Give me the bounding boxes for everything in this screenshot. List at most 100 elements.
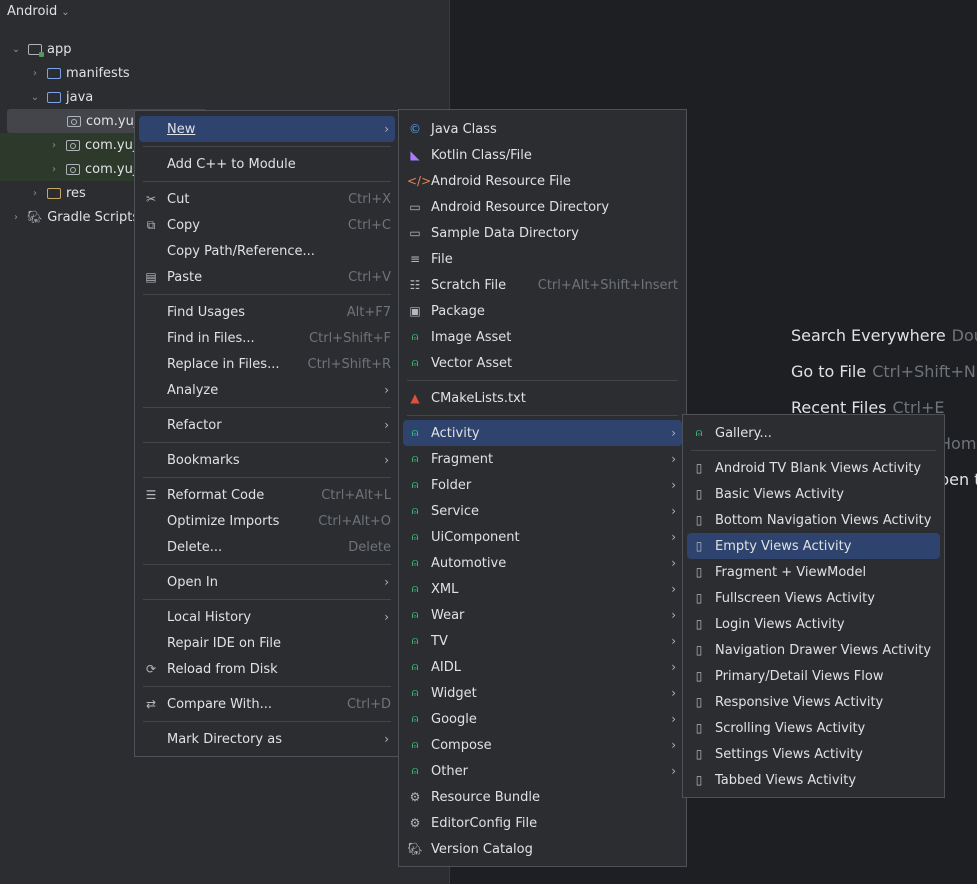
menu-item-sample-data-directory[interactable]: ▭ Sample Data Directory [403,220,682,246]
menu-item-compare-with[interactable]: ⇄ Compare With... Ctrl+D [139,691,395,717]
menu-item-aidl[interactable]: ⍝ AIDL › [403,654,682,680]
menu-item-folder[interactable]: ⍝ Folder › [403,472,682,498]
view-selector[interactable]: Android ⌄ [7,4,70,22]
android-icon: ⍝ [411,738,419,751]
chevron-right-icon: › [33,67,37,79]
menu-item-label: Cut [167,191,190,207]
phone-icon: ▯ [695,539,703,553]
shortcut: Ctrl+C [347,217,391,233]
menu-item-android-resource-file[interactable]: </> Android Resource File [403,168,682,194]
menu-item-java-class[interactable]: © Java Class [403,116,682,142]
menu-item-analyze[interactable]: Analyze › [139,377,395,403]
menu-item-open-in[interactable]: Open In › [139,569,395,595]
menu-item-kotlin-class[interactable]: ◣ Kotlin Class/File [403,142,682,168]
menu-item-add-cpp[interactable]: Add C++ to Module [139,151,395,177]
menu-item-reformat-code[interactable]: ☰ Reformat Code Ctrl+Alt+L [139,482,395,508]
menu-item-activity-template[interactable]: ▯ Responsive Views Activity [687,689,940,715]
menu-item-cut[interactable]: ✂ Cut Ctrl+X [139,186,395,212]
menu-item-label: XML [431,581,459,597]
menu-item-local-history[interactable]: Local History › [139,604,395,630]
menu-item-activity-template[interactable]: ▯ Login Views Activity [687,611,940,637]
tree-node-app[interactable]: ⌄ app [0,37,460,61]
paste-icon: ▤ [145,270,157,284]
shortcut: Ctrl+Alt+L [321,487,391,503]
menu-item-resource-bundle[interactable]: ⚙ Resource Bundle [403,784,682,810]
menu-item-automotive[interactable]: ⍝ Automotive › [403,550,682,576]
menu-item-service[interactable]: ⍝ Service › [403,498,682,524]
menu-item-activity-template[interactable]: ▯ Fragment + ViewModel [687,559,940,585]
folder-icon [47,67,61,79]
menu-item-gallery[interactable]: ⍝ Gallery... [687,420,940,446]
menu-item-activity-template[interactable]: ▯ Scrolling Views Activity [687,715,940,741]
menu-item-activity-template[interactable]: ▯ Fullscreen Views Activity [687,585,940,611]
menu-item-xml[interactable]: ⍝ XML › [403,576,682,602]
menu-item-scratch-file[interactable]: ☷ Scratch File Ctrl+Alt+Shift+Insert [403,272,682,298]
menu-item-package[interactable]: ▣ Package [403,298,682,324]
phone-icon: ▯ [695,695,703,709]
menu-item-compose[interactable]: ⍝ Compose › [403,732,682,758]
menu-item-label: Fullscreen Views Activity [715,590,875,606]
menu-item-wear[interactable]: ⍝ Wear › [403,602,682,628]
chevron-right-icon: › [384,418,389,432]
gear-icon: ⚙ [409,790,421,804]
menu-item-empty-views-activity[interactable]: ▯ Empty Views Activity [687,533,940,559]
menu-item-activity-template[interactable]: ▯ Navigation Drawer Views Activity [687,637,940,663]
chevron-right-icon: › [671,478,676,492]
tree-node-manifests[interactable]: › manifests [0,61,479,85]
shortcut: Ctrl+Shift+R [307,356,392,372]
menu-item-activity[interactable]: ⍝ Activity › [403,420,682,446]
menu-item-replace-in-files[interactable]: Replace in Files... Ctrl+Shift+R [139,351,395,377]
menu-item-repair-ide[interactable]: Repair IDE on File [139,630,395,656]
tree-label: com.yuj [86,113,138,129]
shortcut: Ctrl+Shift+F [309,330,391,346]
menu-item-activity-template[interactable]: ▯ Settings Views Activity [687,741,940,767]
menu-item-copy[interactable]: ⧉ Copy Ctrl+C [139,212,395,238]
menu-item-copy-path[interactable]: Copy Path/Reference... [139,238,395,264]
menu-item-label: Gallery... [715,425,772,441]
menu-item-other[interactable]: ⍝ Other › [403,758,682,784]
folder-icon [47,91,61,103]
menu-item-fragment[interactable]: ⍝ Fragment › [403,446,682,472]
menu-item-activity-template[interactable]: ▯ Tabbed Views Activity [687,767,940,793]
menu-item-activity-template[interactable]: ▯ Basic Views Activity [687,481,940,507]
menu-item-paste[interactable]: ▤ Paste Ctrl+V [139,264,395,290]
chevron-right-icon: › [671,530,676,544]
menu-item-new[interactable]: New › [139,116,395,142]
menu-item-find-usages[interactable]: Find Usages Alt+F7 [139,299,395,325]
menu-item-bookmarks[interactable]: Bookmarks › [139,447,395,473]
new-submenu: © Java Class ◣ Kotlin Class/File </> And… [398,109,687,867]
menu-item-uicomponent[interactable]: ⍝ UiComponent › [403,524,682,550]
menu-item-version-catalog[interactable]: 🐘︎ Version Catalog [403,836,682,862]
tree-node-java[interactable]: ⌄ java [0,85,479,109]
shortcut: Ctrl+X [348,191,391,207]
menu-item-find-in-files[interactable]: Find in Files... Ctrl+Shift+F [139,325,395,351]
menu-item-label: Widget [431,685,477,701]
menu-item-label: Android Resource Directory [431,199,610,215]
menu-item-cmakelists[interactable]: ▲ CMakeLists.txt [403,385,682,411]
menu-item-label: Local History [167,609,252,625]
menu-item-refactor[interactable]: Refactor › [139,412,395,438]
menu-item-reload-from-disk[interactable]: ⟳ Reload from Disk [139,656,395,682]
phone-icon: ▯ [695,643,703,657]
menu-item-label: Google [431,711,477,727]
menu-item-vector-asset[interactable]: ⍝ Vector Asset [403,350,682,376]
menu-item-widget[interactable]: ⍝ Widget › [403,680,682,706]
menu-item-activity-template[interactable]: ▯ Primary/Detail Views Flow [687,663,940,689]
menu-item-editorconfig-file[interactable]: ⚙ EditorConfig File [403,810,682,836]
menu-item-label: Resource Bundle [431,789,541,805]
menu-item-delete[interactable]: Delete... Delete [139,534,395,560]
menu-item-image-asset[interactable]: ⍝ Image Asset [403,324,682,350]
tree-label: com.yuj [85,161,137,177]
menu-item-activity-template[interactable]: ▯ Android TV Blank Views Activity [687,455,940,481]
chevron-right-icon: › [33,187,37,199]
menu-item-activity-template[interactable]: ▯ Bottom Navigation Views Activity [687,507,940,533]
menu-item-mark-directory-as[interactable]: Mark Directory as › [139,726,395,752]
context-menu: New › Add C++ to Module ✂ Cut Ctrl+X ⧉ C… [134,110,400,757]
menu-item-file[interactable]: ≡ File [403,246,682,272]
menu-item-optimize-imports[interactable]: Optimize Imports Ctrl+Alt+O [139,508,395,534]
menu-item-label: Other [431,763,468,779]
menu-item-android-resource-directory[interactable]: ▭ Android Resource Directory [403,194,682,220]
android-icon: ⍝ [411,686,419,699]
menu-item-google[interactable]: ⍝ Google › [403,706,682,732]
menu-item-tv[interactable]: ⍝ TV › [403,628,682,654]
